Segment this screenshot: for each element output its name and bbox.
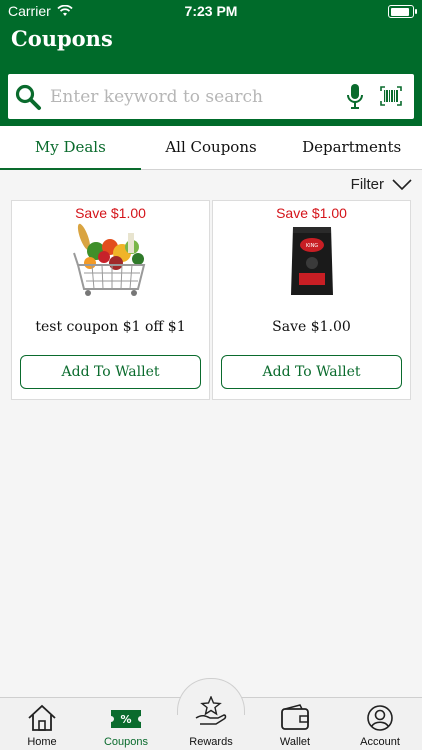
nav-item-rewards[interactable]: Rewards [169,696,253,750]
coupon-title: Save $1.00 [272,319,351,335]
add-to-wallet-button[interactable]: Add To Wallet [221,355,402,389]
filter-label: Filter [350,176,384,193]
wallet-icon [281,704,309,730]
nav-label: Home [27,736,57,748]
grocery-basket-image [72,223,145,296]
coupon-icon: % [111,710,141,728]
chevron-down-icon [392,178,412,190]
search-bar[interactable] [8,74,414,119]
savings-label: Save $1.00 [276,205,347,221]
search-icon[interactable] [14,83,42,111]
account-icon [367,705,393,731]
barcode-scan-icon[interactable] [380,86,402,106]
coupon-list: Save $1.00 test coupon $1 off $1 Add To … [11,200,411,400]
coupon-card[interactable]: Save $1.00 test coupon $1 off $1 Add To … [11,200,210,400]
coupon-card[interactable]: Save $1.00 KING Save $1.00 Add To Wallet [212,200,411,400]
svg-text:KING: KING [305,243,317,249]
battery-icon [388,5,417,18]
status-bar: Carrier 7:23 PM [0,0,422,22]
coupon-title: test coupon $1 off $1 [35,319,186,335]
filter-control[interactable]: Filter [351,176,412,193]
savings-label: Save $1.00 [75,205,146,221]
nav-item-home[interactable]: Home [0,698,84,750]
deal-tabs: My Deals All Coupons Departments [0,126,422,170]
nav-item-account[interactable]: Account [338,698,422,750]
svg-text:%: % [120,713,131,726]
tab-departments[interactable]: Departments [281,126,422,169]
microphone-icon[interactable] [346,83,364,111]
bottom-navigation: Home % Coupons Rewards Wallet Account [0,678,422,750]
home-icon [28,704,56,731]
nav-label: Account [360,736,400,748]
charcoal-bag-image: KING [290,227,333,295]
search-input[interactable] [48,82,332,112]
nav-item-wallet[interactable]: Wallet [253,698,337,750]
add-to-wallet-button[interactable]: Add To Wallet [20,355,201,389]
status-time: 7:23 PM [184,3,238,19]
nav-label: Coupons [103,736,149,748]
nav-item-coupons[interactable]: % Coupons [84,698,168,750]
nav-label: Wallet [279,736,311,748]
tab-all-coupons[interactable]: All Coupons [141,126,282,169]
rewards-icon [195,696,227,725]
page-title: Coupons [11,26,113,51]
app-header: Carrier 7:23 PM Coupons [0,0,422,126]
nav-label: Rewards [189,736,233,748]
tab-my-deals[interactable]: My Deals [0,126,141,170]
